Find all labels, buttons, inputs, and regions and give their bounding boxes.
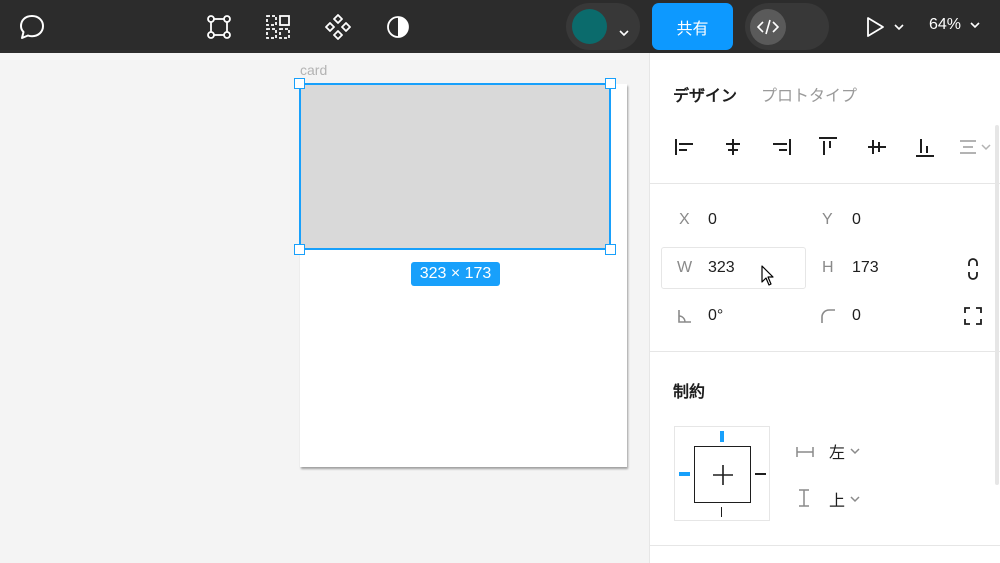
canvas[interactable]: card 323 × 173 — [0, 53, 649, 563]
vertical-constraint-icon — [798, 489, 810, 511]
independent-corners-icon[interactable] — [963, 306, 983, 330]
y-label: Y — [822, 211, 833, 228]
panel-scrollbar[interactable] — [995, 125, 999, 485]
panel-tabs: デザイン プロトタイプ — [673, 82, 857, 106]
dev-mode-toggle[interactable] — [745, 3, 829, 50]
app-window: 共有 64% card 323 × 173 デザイン プロトタイプ X 0 Y … — [0, 0, 1000, 563]
resize-handle-bottom-left[interactable] — [294, 244, 305, 255]
w-label: W — [677, 259, 693, 276]
alignment-toolbar — [650, 131, 1000, 163]
contrast-icon[interactable] — [385, 14, 411, 40]
x-input[interactable]: 0 — [708, 211, 717, 229]
align-right-icon[interactable] — [769, 131, 793, 163]
user-avatar-menu[interactable] — [566, 3, 640, 50]
constraint-bottom[interactable] — [721, 507, 722, 517]
share-button[interactable]: 共有 — [652, 3, 733, 50]
section-divider — [650, 351, 1000, 352]
constraint-left-active[interactable] — [679, 472, 690, 476]
component-grid-icon[interactable] — [265, 14, 291, 40]
corner-radius-input[interactable]: 0 — [852, 307, 861, 325]
frame-tool-icon[interactable] — [206, 14, 232, 40]
constraint-top-active[interactable] — [720, 431, 724, 442]
rotation-input[interactable]: 0° — [708, 307, 723, 325]
align-vertical-center-icon[interactable] — [865, 131, 889, 163]
properties-panel: デザイン プロトタイプ X 0 Y 0 W 323 H 173 0° 0 制約 … — [649, 53, 1000, 563]
chevron-down-icon — [850, 496, 860, 503]
horizontal-constraint-select[interactable]: 左 — [829, 439, 861, 463]
frame-name-label[interactable]: card — [300, 62, 327, 78]
constraints-title: 制約 — [673, 382, 706, 401]
resize-handle-top-right[interactable] — [605, 78, 616, 89]
comment-icon[interactable] — [18, 14, 46, 40]
section-divider — [650, 183, 1000, 184]
selected-rectangle[interactable] — [299, 83, 611, 250]
vertical-constraint-select[interactable]: 上 — [829, 487, 861, 511]
distribute-menu-icon[interactable] — [955, 131, 995, 163]
constraint-inner-box — [694, 446, 751, 503]
selection-size-badge: 323 × 173 — [411, 262, 500, 286]
horizontal-constraint-icon — [796, 443, 814, 462]
chevron-down-icon — [970, 22, 981, 28]
height-input[interactable]: 173 — [852, 259, 879, 277]
component-icon[interactable] — [325, 14, 351, 40]
tab-prototype[interactable]: プロトタイプ — [761, 82, 857, 106]
align-bottom-icon[interactable] — [913, 131, 937, 163]
zoom-label: 64% — [929, 16, 962, 33]
width-input[interactable]: 323 — [708, 259, 735, 277]
align-horizontal-center-icon[interactable] — [721, 131, 745, 163]
x-label: X — [679, 211, 690, 228]
y-input[interactable]: 0 — [852, 211, 861, 229]
tab-design[interactable]: デザイン — [673, 82, 737, 106]
cursor-pointer-icon — [760, 265, 774, 291]
avatar — [572, 9, 607, 44]
h-label: H — [822, 259, 834, 276]
chevron-down-icon[interactable] — [893, 23, 905, 31]
constraint-widget[interactable] — [674, 426, 770, 521]
constraint-right[interactable] — [755, 473, 766, 475]
code-icon — [750, 9, 786, 45]
zoom-level[interactable]: 64% — [929, 16, 981, 34]
rotation-icon — [677, 308, 693, 328]
horizontal-constraint-value: 左 — [829, 443, 846, 462]
play-icon[interactable] — [864, 15, 886, 39]
align-top-icon[interactable] — [816, 131, 840, 163]
top-toolbar: 共有 64% — [0, 0, 1000, 53]
section-divider — [650, 545, 1000, 546]
chevron-down-icon — [618, 22, 630, 41]
chevron-down-icon — [850, 448, 860, 455]
align-left-icon[interactable] — [673, 131, 697, 163]
resize-handle-top-left[interactable] — [294, 78, 305, 89]
constrain-proportions-icon[interactable] — [965, 257, 981, 285]
resize-handle-bottom-right[interactable] — [605, 244, 616, 255]
vertical-constraint-value: 上 — [829, 491, 846, 510]
corner-radius-icon — [820, 308, 836, 328]
